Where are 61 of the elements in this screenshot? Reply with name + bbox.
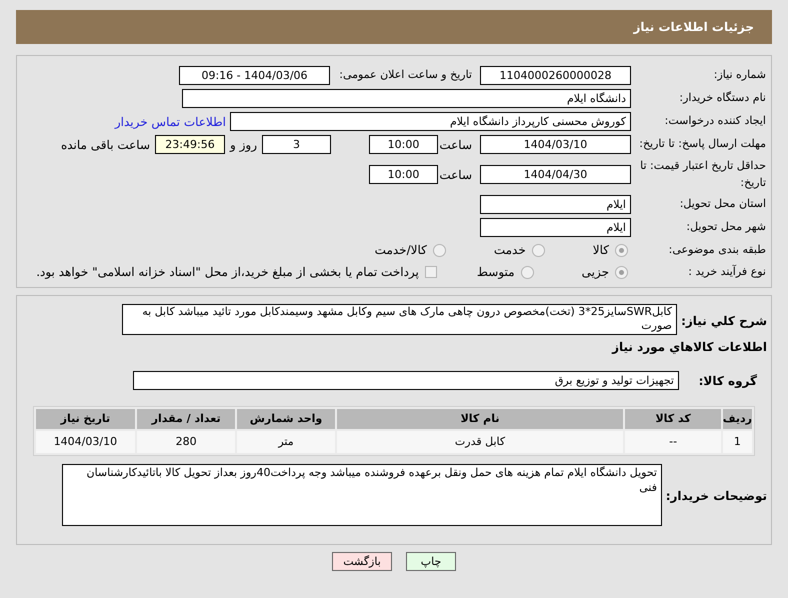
table-cell: --	[625, 431, 721, 453]
radio-label: کالا/خدمت	[374, 242, 427, 259]
radio-button[interactable]	[615, 244, 628, 256]
table-cell: 1	[722, 431, 752, 453]
column-header: واحد شمارش	[237, 409, 335, 429]
checkbox[interactable]	[424, 266, 437, 278]
field-label: توضیحات خریدار:	[666, 489, 767, 503]
time-label: ساعت	[438, 136, 473, 154]
field-label: حداقل تاریخ اعتبار قیمت: تا تاریخ:	[640, 159, 766, 188]
field-label: استان محل تحویل:	[680, 197, 766, 210]
province-field: ایلام	[480, 195, 631, 214]
radio-label: متوسط	[476, 264, 515, 281]
print-button[interactable]: چاپ	[406, 552, 456, 571]
time-field: 10:00	[369, 165, 438, 184]
remaining-time-field: 23:49:56	[155, 135, 225, 154]
field-label: مهلت ارسال پاسخ: تا تاریخ:	[639, 137, 766, 150]
page-title: جزئیات اطلاعات نیاز	[633, 19, 754, 36]
column-header: کد کالا	[625, 409, 721, 429]
table-cell: متر	[237, 431, 335, 453]
goods-group-field: تجهیزات تولید و توزیع برق	[133, 370, 679, 390]
need-number-field: 1104000260000028	[480, 66, 631, 85]
table-cell: کابل قدرت	[336, 431, 624, 453]
radio-button[interactable]	[532, 244, 545, 256]
field-label: طبقه بندی موضوعی:	[668, 242, 766, 256]
buyer-notes-field: تحویل دانشگاه ایلام تمام هزینه های حمل ونقل برعهده فروشنده میباشد وجه پرداخت40روز بعداز تحویل کالا باتائیدکارشناسان فنی	[62, 464, 662, 526]
remaining-label: ساعت باقی مانده	[60, 136, 151, 154]
field-label: گروه کالا:	[698, 374, 757, 388]
radio-button[interactable]	[520, 266, 534, 278]
table-cell: 280	[136, 431, 236, 453]
buyer-org-field: دانشگاه ایلام	[182, 89, 631, 108]
column-header: ردیف	[722, 409, 752, 429]
field-label: شرح کلي نياز:	[681, 314, 767, 328]
city-field: ایلام	[480, 218, 631, 237]
time-field: 10:00	[369, 135, 438, 154]
field-label: شهر محل تحویل:	[686, 220, 766, 234]
days-label: روز و	[228, 136, 258, 154]
column-header: نام کالا	[336, 409, 624, 429]
table-cell: 1404/03/10	[36, 431, 135, 453]
days-field: 3	[262, 135, 331, 154]
section-title: اطلاعات کالاهاي مورد نياز	[612, 339, 767, 356]
field-label: ایجاد کننده درخواست:	[664, 114, 766, 128]
radio-button[interactable]	[615, 266, 628, 278]
field-label: تاریخ و ساعت اعلان عمومی:	[339, 68, 472, 82]
column-header: تعداد / مقدار	[136, 409, 236, 429]
column-header: تاریخ نیاز	[36, 409, 135, 429]
date-field: 1404/04/30	[480, 165, 631, 184]
radio-label: خدمت	[494, 242, 526, 259]
radio-label: کالا	[592, 242, 609, 259]
announce-date-field: 1404/03/06 - 09:16	[179, 66, 330, 85]
radio-button[interactable]	[432, 244, 446, 256]
field-label: نام دستگاه خریدار:	[679, 91, 766, 104]
checkbox-label: پرداخت تمام یا بخشی از مبلغ خرید،از محل "اسناد خزانه اسلامی" خواهد بود.	[36, 264, 419, 281]
radio-label: جزیی	[582, 264, 609, 281]
time-label: ساعت	[438, 166, 473, 184]
field-label: نوع فرآیند خرید :	[688, 264, 766, 278]
creator-field: کوروش محسنی کارپرداز دانشگاه ایلام	[230, 112, 631, 131]
date-field: 1404/03/10	[480, 135, 631, 154]
description-field: کابلSWRسایز25*3 (تخت)مخصوص درون چاهی مارک های سیم وکابل مشهد وسیمندکابل مورد تائید میباشد کابل به صورت	[122, 304, 677, 335]
back-button[interactable]: بازگشت	[332, 552, 392, 571]
field-label: شماره نیاز:	[714, 68, 766, 82]
contact-link[interactable]: اطلاعات تماس خریدار	[114, 112, 226, 130]
